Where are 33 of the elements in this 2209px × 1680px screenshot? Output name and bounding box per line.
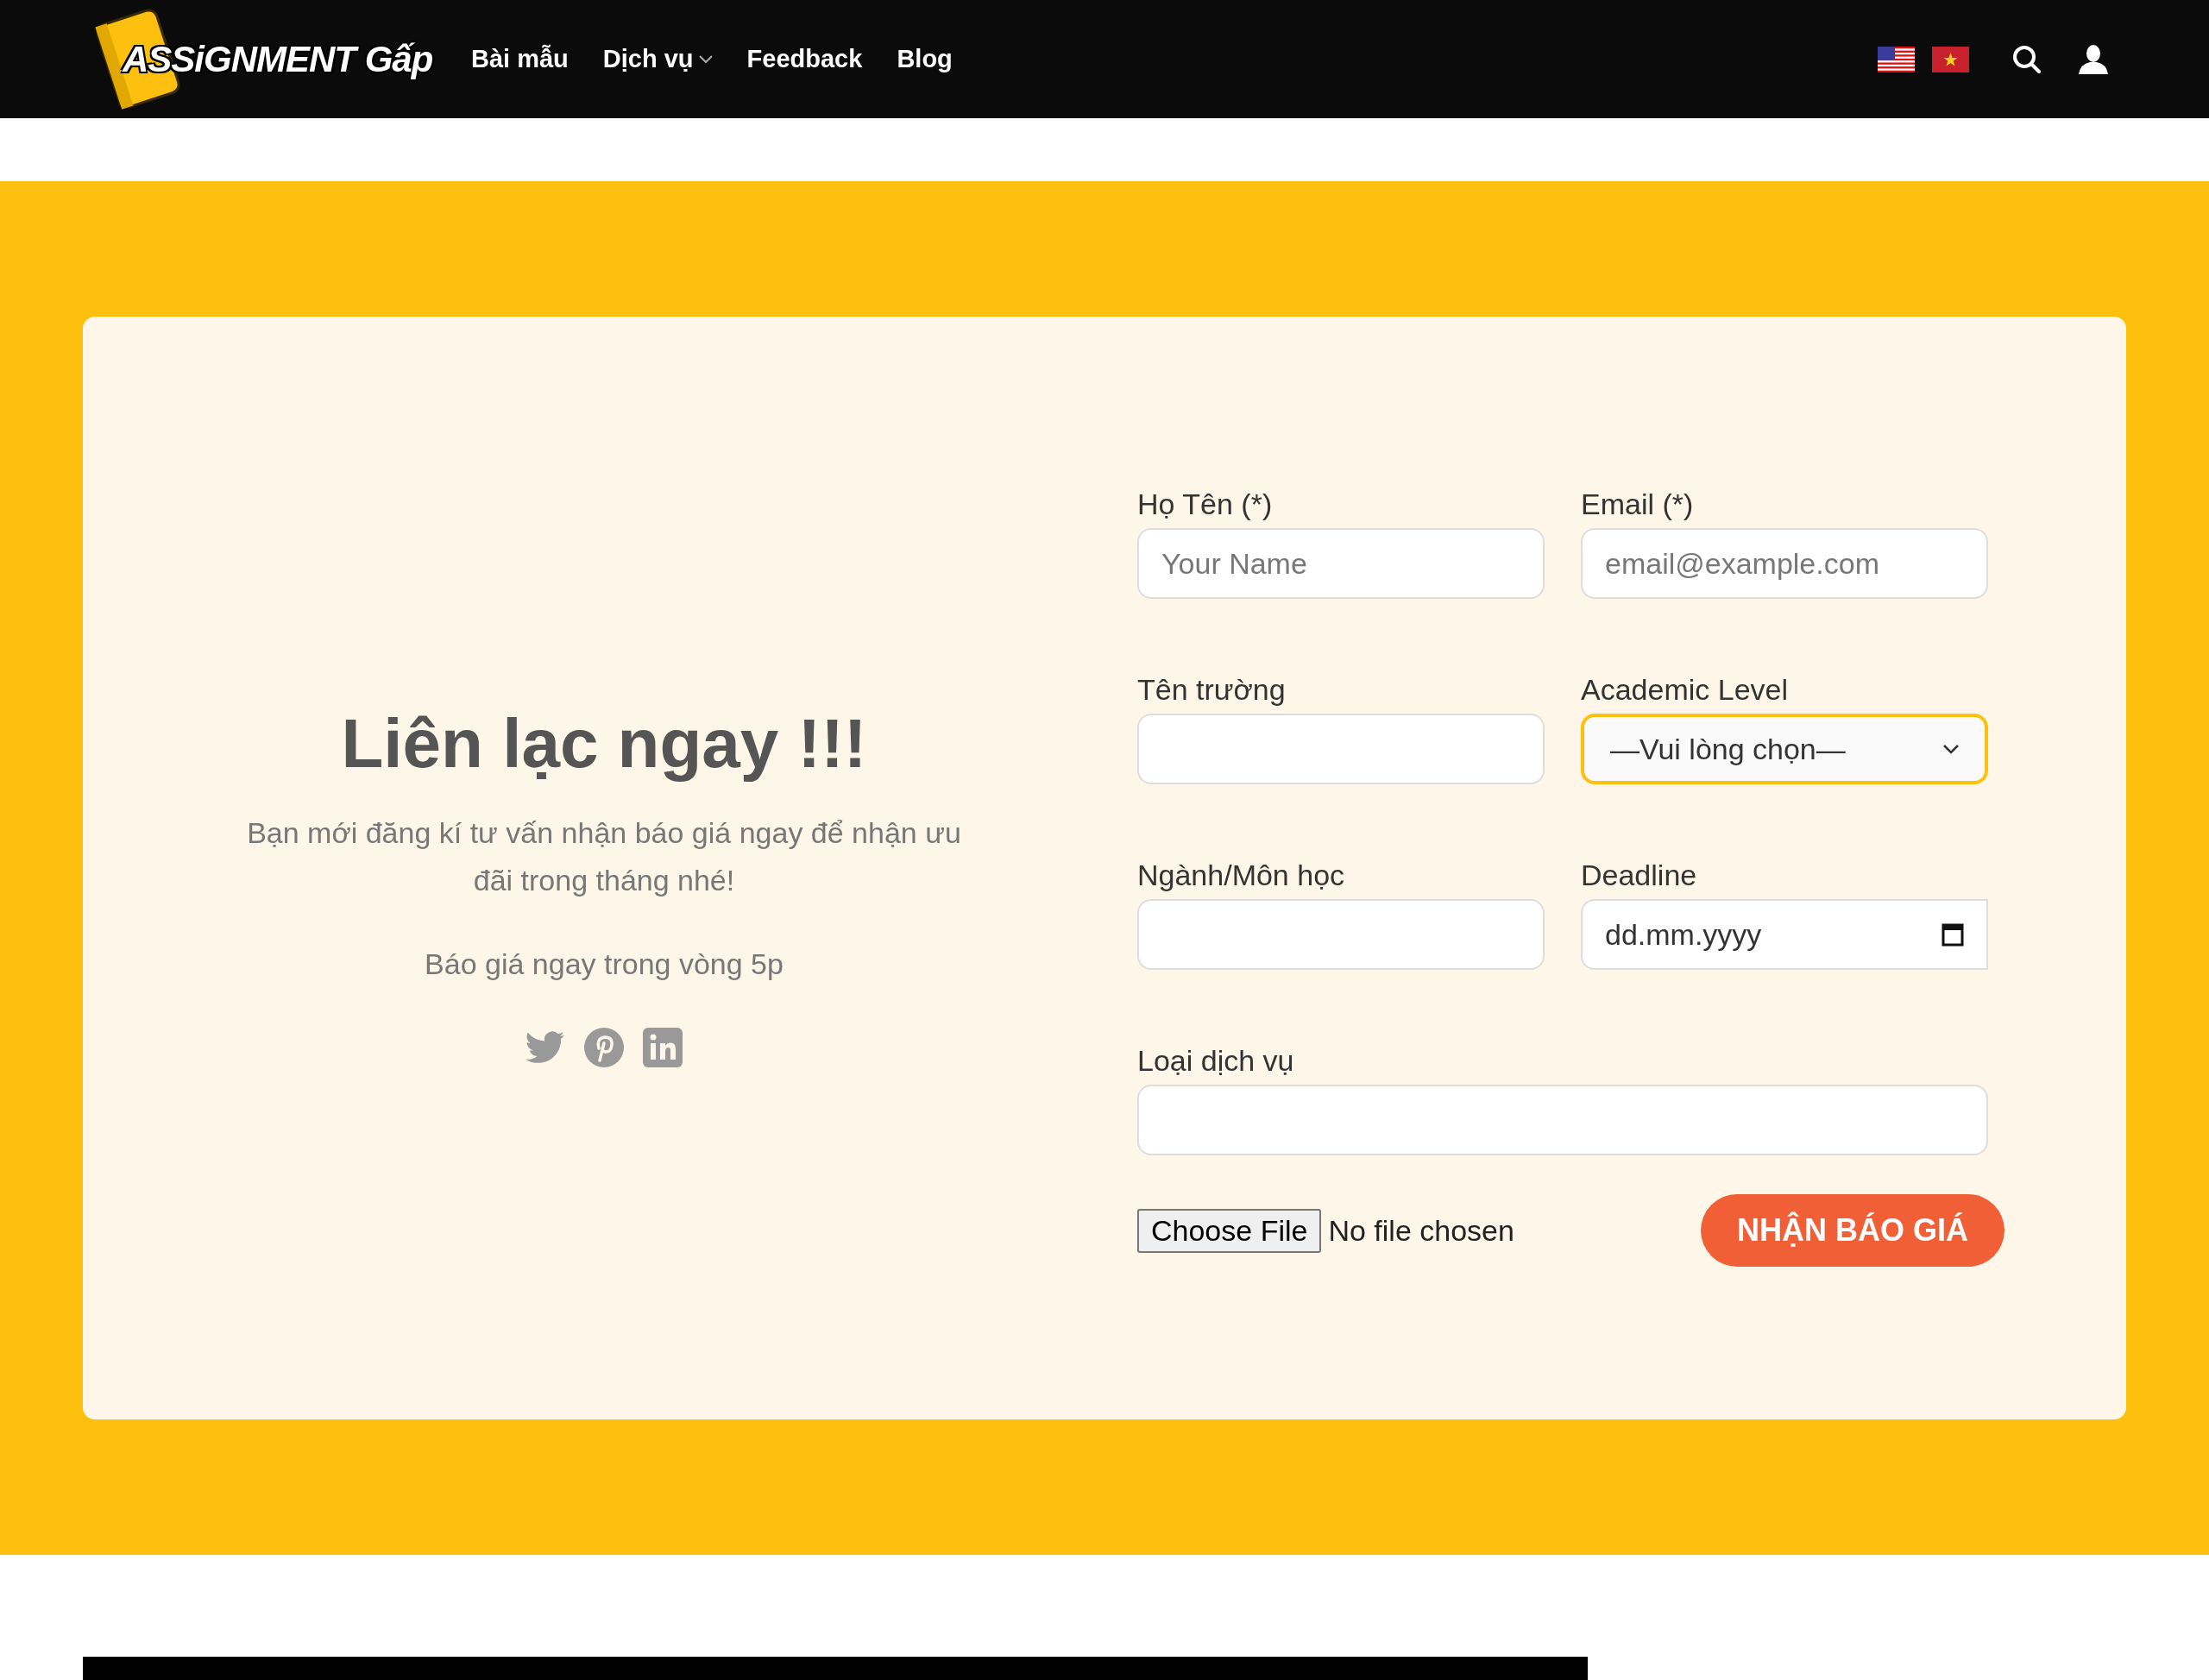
calendar-icon[interactable] xyxy=(1942,922,1964,947)
nav-link[interactable]: Dịch vụ xyxy=(602,45,713,73)
text-input[interactable]: Your Name xyxy=(1137,528,1545,599)
field-label: Ngành/Môn học xyxy=(1137,858,1346,892)
nav-link[interactable]: Blog xyxy=(897,45,953,73)
field-label: Họ Tên (*) xyxy=(1137,487,1274,521)
text-input[interactable]: email@example.com xyxy=(1581,528,1988,599)
field-label: Academic Level xyxy=(1581,672,1789,707)
linkedin-icon[interactable] xyxy=(643,1027,683,1067)
field-label: Deadline xyxy=(1581,858,1698,892)
note-text: Báo giá ngay trong vòng 5p xyxy=(425,946,784,982)
search-icon[interactable] xyxy=(2012,44,2042,74)
text-input[interactable] xyxy=(1137,714,1545,784)
field-label: Email (*) xyxy=(1581,487,1695,521)
nav-link[interactable]: Bài mẫu xyxy=(471,45,569,73)
user-icon[interactable] xyxy=(2078,44,2109,74)
intro-text: Bạn mới đăng kí tư vấn nhận báo giá ngay để nhận ưu đãi trong tháng nhé! xyxy=(246,815,962,898)
file-status-text: No file chosen xyxy=(1328,1213,1514,1248)
vietnam-flag-icon[interactable] xyxy=(1932,46,1969,72)
bird-icon[interactable] xyxy=(526,1030,565,1064)
field-label: Tên trường xyxy=(1137,672,1287,707)
nav-link[interactable]: Feedback xyxy=(746,45,863,73)
us-flag-icon[interactable] xyxy=(1878,46,1915,72)
chevron-down-icon xyxy=(1943,744,1959,754)
text-input[interactable] xyxy=(1137,1085,1988,1155)
field-label: Loại dịch vụ xyxy=(1137,1043,1295,1078)
date-input[interactable]: dd.mm.yyyy xyxy=(1581,899,1988,970)
choose-file-button[interactable]: Choose File xyxy=(1137,1208,1322,1253)
select-dropdown[interactable]: —Vui lòng chọn— xyxy=(1581,714,1988,784)
text-input[interactable] xyxy=(1137,899,1545,970)
chevron-down-icon xyxy=(698,54,713,64)
pinterest-icon[interactable] xyxy=(584,1027,624,1067)
heading: Liên lạc ngay !!! xyxy=(341,703,867,783)
